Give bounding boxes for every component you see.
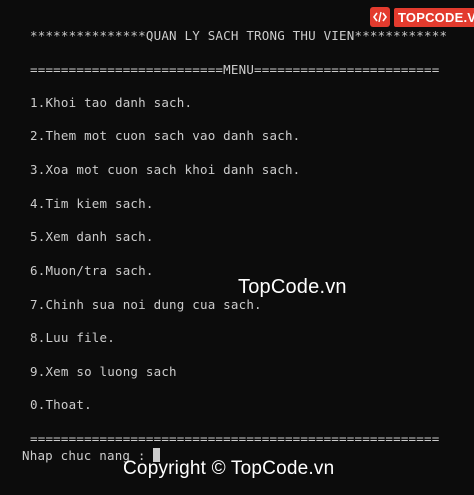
menu-item-5: 5.Xem danh sach. — [30, 229, 154, 244]
menu-item-2: 2.Them mot cuon sach vao danh sach. — [30, 128, 301, 143]
watermark-copyright: Copyright © TopCode.vn — [123, 458, 335, 479]
menu-item-3: 3.Xoa mot cuon sach khoi danh sach. — [30, 162, 301, 177]
menu-item-9: 9.Xem so luong sach — [30, 364, 177, 379]
menu-item-4: 4.Tim kiem sach. — [30, 196, 154, 211]
menu-item-1: 1.Khoi tao danh sach. — [30, 95, 193, 110]
menu-item-6: 6.Muon/tra sach. — [30, 263, 154, 278]
logo-text: TOPCODE.VN — [394, 7, 474, 27]
menu-item-7: 7.Chinh sua noi dung cua sach. — [30, 297, 262, 312]
watermark-center: TopCode.vn — [238, 276, 347, 298]
menu-item-8: 8.Luu file. — [30, 330, 115, 345]
console-window: TOPCODE.VN ***************QUAN LY SACH T… — [0, 0, 474, 495]
menu-item-0: 0.Thoat. — [30, 397, 92, 412]
menu-header-line: =========================MENU===========… — [30, 62, 440, 77]
footer-line: ========================================… — [30, 431, 440, 446]
title-line: ***************QUAN LY SACH TRONG THU VI… — [30, 28, 448, 43]
topcode-logo: TOPCODE.VN — [370, 5, 474, 29]
code-icon — [370, 7, 390, 27]
